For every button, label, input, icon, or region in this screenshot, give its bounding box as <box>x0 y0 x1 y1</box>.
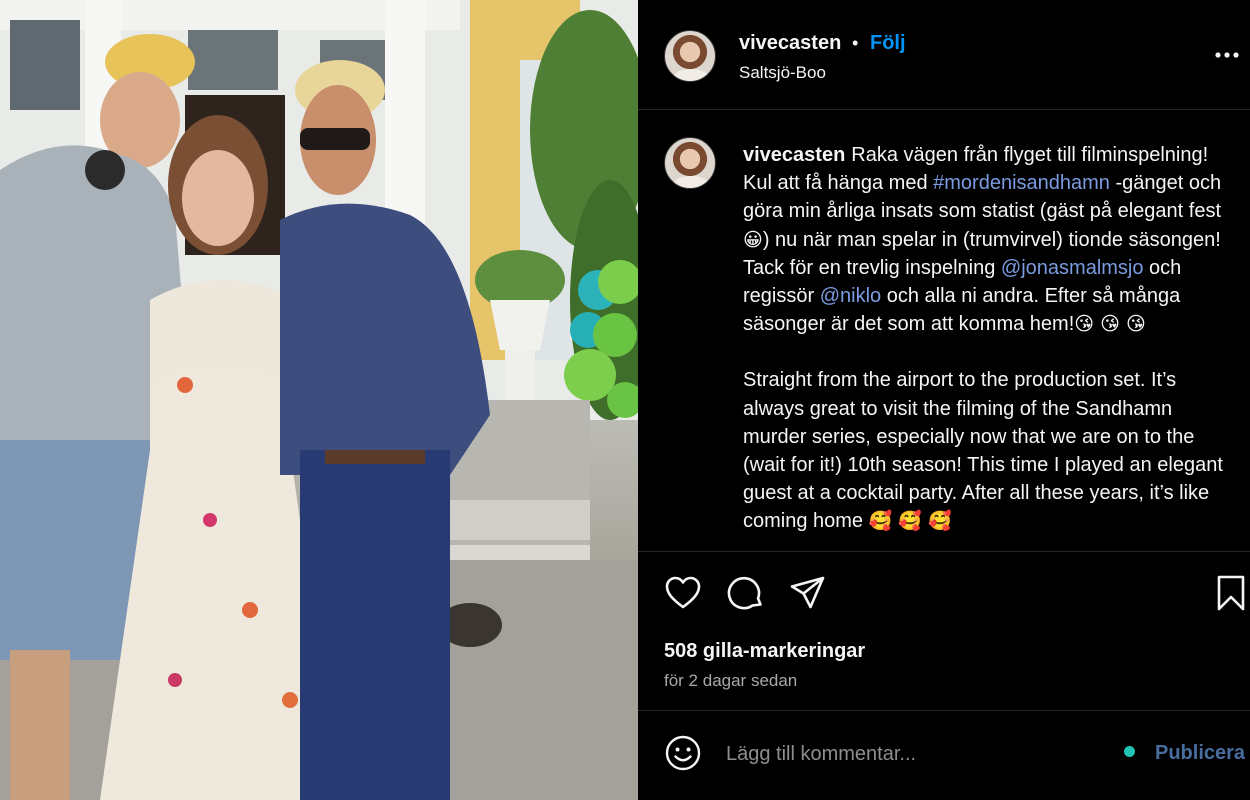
post-photo[interactable] <box>0 0 638 800</box>
caption-swedish: vivecasten Raka vägen från flyget till fi… <box>743 141 1233 338</box>
hashtag-link[interactable]: #mordenisandhamn <box>933 172 1110 194</box>
caption-text: vivecasten Raka vägen från flyget till fi… <box>743 141 1233 551</box>
more-options-icon[interactable] <box>1212 40 1242 70</box>
grin-emoji: 😀 <box>743 228 763 251</box>
comment-bar: Publicera <box>638 712 1250 800</box>
heart-icon[interactable] <box>664 574 702 612</box>
mention-link[interactable]: @niklo <box>820 285 881 307</box>
comment-input[interactable] <box>726 738 1106 770</box>
like-count[interactable]: 508 gilla-markeringar <box>664 640 865 663</box>
post-header: vivecasten • Följ Saltsjö-Boo <box>638 0 1250 110</box>
avatar[interactable] <box>664 30 716 82</box>
follow-button[interactable]: Följ <box>870 32 906 55</box>
publish-button[interactable]: Publicera <box>1155 742 1245 765</box>
comment-icon[interactable] <box>727 574 765 612</box>
caption-segment: Straight from the airport to the product… <box>743 369 1223 533</box>
separator-dot: • <box>852 33 859 53</box>
share-icon[interactable] <box>789 574 827 612</box>
username-link[interactable]: vivecasten <box>739 32 841 55</box>
caption-avatar[interactable] <box>664 137 716 189</box>
caption-area: vivecasten Raka vägen från flyget till fi… <box>638 111 1250 551</box>
location-link[interactable]: Saltsjö-Boo <box>739 63 826 83</box>
post-actions: 508 gilla-markeringar för 2 dagar sedan <box>638 551 1250 711</box>
smiley-icon[interactable] <box>664 734 702 772</box>
status-dot <box>1124 746 1135 757</box>
mention-link[interactable]: @jonasmalmsjo <box>1001 257 1144 279</box>
love-emoji: 🥰 🥰 🥰 <box>868 510 952 533</box>
bookmark-icon[interactable] <box>1212 574 1250 612</box>
post-timestamp: för 2 dagar sedan <box>664 671 798 690</box>
caption-username[interactable]: vivecasten <box>743 144 845 166</box>
post-details-panel: vivecasten • Följ Saltsjö-Boo vivecasten… <box>638 0 1250 800</box>
post-photo-illustration <box>0 0 638 800</box>
kiss-emoji: 😘 😘 😘 <box>1074 313 1146 336</box>
caption-english: Straight from the airport to the product… <box>743 366 1233 535</box>
